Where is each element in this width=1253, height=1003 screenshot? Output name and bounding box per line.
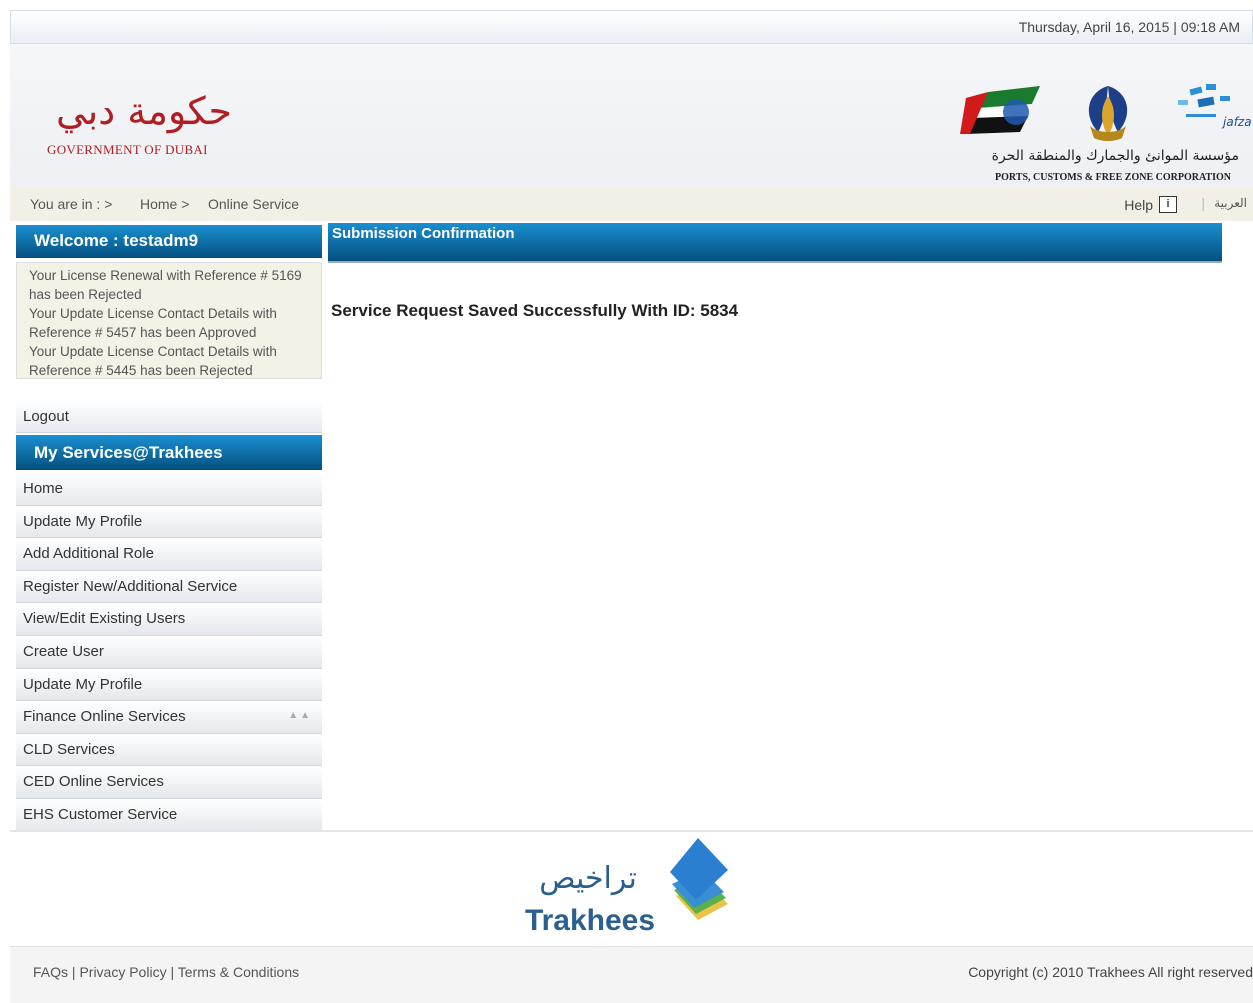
menu-item-add-additional-role[interactable]: Add Additional Role: [16, 538, 322, 571]
info-icon: i: [1159, 196, 1177, 213]
notification-item: Your Update License Contact Details with…: [29, 306, 277, 340]
breadcrumb-online-service[interactable]: Online Service: [208, 196, 299, 212]
menu-item-register-service[interactable]: Register New/Additional Service: [16, 570, 322, 604]
trakhees-arabic-text: تراخيص: [539, 861, 637, 896]
content-divider: [10, 830, 1253, 832]
logout-link[interactable]: Logout: [16, 401, 322, 433]
pcfc-logos: jafza: [960, 84, 1252, 141]
trakhees-stack-icon: [670, 838, 728, 920]
my-services-header: My Services@Trakhees: [16, 435, 322, 470]
menu-item-update-my-profile-2[interactable]: Update My Profile: [16, 668, 322, 702]
footer-separator: |: [71, 964, 76, 980]
services-menu: Home Update My Profile Add Additional Ro…: [16, 473, 322, 832]
faqs-link[interactable]: FAQs: [33, 964, 68, 980]
terms-conditions-link[interactable]: Terms & Conditions: [178, 964, 299, 980]
menu-item-label: Finance Online Services: [23, 708, 186, 726]
site-header: حكومة دبي GOVERNMENT OF DUBAI jafza مؤسس…: [10, 44, 1253, 188]
menu-item-create-user[interactable]: Create User: [16, 635, 322, 669]
privacy-policy-link[interactable]: Privacy Policy: [79, 964, 166, 980]
notification-item: Your Update License Contact Details with…: [29, 344, 277, 378]
notifications-panel: Your License Renewal with Reference # 51…: [16, 262, 322, 379]
breadcrumb-home-link[interactable]: Home >: [140, 196, 189, 212]
top-bar: Thursday, April 16, 2015 | 09:18 AM: [10, 10, 1253, 44]
menu-item-ehs-customer-service[interactable]: EHS Customer Service: [16, 798, 322, 832]
trakhees-english-text: Trakhees: [525, 904, 655, 937]
breadcrumb-prefix: You are in : >: [30, 196, 113, 212]
pcfc-arabic-name: مؤسسة الموانئ والجمارك والمنطقة الحرة: [991, 148, 1239, 164]
menu-item-ced-online-services[interactable]: CED Online Services: [16, 766, 322, 799]
menu-item-view-edit-users[interactable]: View/Edit Existing Users: [16, 603, 322, 636]
menu-item-update-my-profile[interactable]: Update My Profile: [16, 505, 322, 539]
menu-item-cld-services[interactable]: CLD Services: [16, 733, 322, 767]
uae-ports-logo: [960, 86, 1040, 134]
footer-separator: |: [170, 964, 175, 980]
notification-item: Your License Renewal with Reference # 51…: [29, 268, 302, 302]
submission-confirmation-header: Submission Confirmation: [328, 223, 1222, 263]
help-label: Help: [1124, 196, 1153, 213]
menu-item-home[interactable]: Home: [16, 473, 322, 506]
site-footer: FAQs | Privacy Policy | Terms & Conditio…: [10, 946, 1253, 1003]
welcome-header: Welcome : testadm9: [16, 225, 322, 258]
success-message: Service Request Saved Successfully With …: [331, 301, 739, 320]
scroll-up-arrows-icon: ▲▲: [288, 710, 312, 722]
header-divider: |: [1201, 195, 1205, 211]
copyright-text: Copyright (c) 2010 Trakhees All right re…: [968, 964, 1253, 980]
help-link[interactable]: Help i: [1124, 196, 1177, 213]
arabic-language-link[interactable]: العربية: [1214, 196, 1247, 210]
trakhees-logo: تراخيص Trakhees: [525, 838, 728, 937]
jafza-logo: jafza: [1178, 84, 1252, 129]
breadcrumb: You are in : > Home > Online Service Hel…: [10, 188, 1253, 221]
jafza-label: jafza: [1221, 115, 1252, 129]
footer-links: FAQs | Privacy Policy | Terms & Conditio…: [33, 964, 299, 980]
pcfc-english-name: PORTS, CUSTOMS & FREE ZONE CORPORATION: [995, 172, 1231, 183]
government-of-dubai-label: GOVERNMENT OF DUBAI: [47, 142, 208, 157]
gov-logo-arabic-text: حكومة دبي: [56, 89, 232, 134]
menu-item-finance-online-services[interactable]: Finance Online Services ▲▲: [16, 701, 322, 734]
datetime: Thursday, April 16, 2015 | 09:18 AM: [1018, 19, 1240, 35]
dubai-customs-logo: [1088, 86, 1128, 141]
